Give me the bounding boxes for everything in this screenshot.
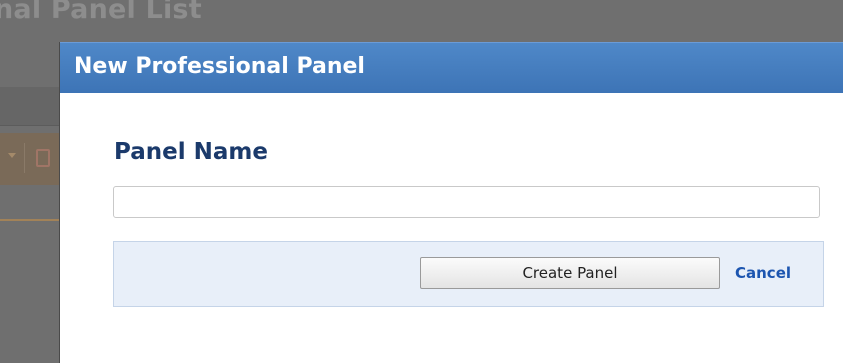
panel-name-label: Panel Name — [114, 139, 268, 165]
toolbar-divider — [24, 143, 25, 173]
dialog-title: New Professional Panel — [74, 54, 365, 79]
background-toolbar — [0, 133, 60, 185]
create-panel-button[interactable]: Create Panel — [420, 257, 720, 289]
cancel-link[interactable]: Cancel — [735, 264, 791, 282]
background-accent-line — [0, 219, 60, 221]
dialog-action-bar: Create Panel Cancel — [113, 241, 824, 307]
dropdown-arrow-icon — [8, 153, 16, 158]
delete-icon — [36, 149, 50, 167]
new-panel-dialog: New Professional Panel Panel Name Create… — [60, 42, 843, 363]
background-page-title: nal Panel List — [0, 0, 202, 25]
panel-name-input[interactable] — [113, 186, 820, 218]
dialog-header: New Professional Panel — [60, 42, 843, 93]
background-divider — [0, 125, 60, 126]
page: nal Panel List New Professional Panel Pa… — [0, 0, 843, 363]
background-header-band — [0, 87, 60, 125]
